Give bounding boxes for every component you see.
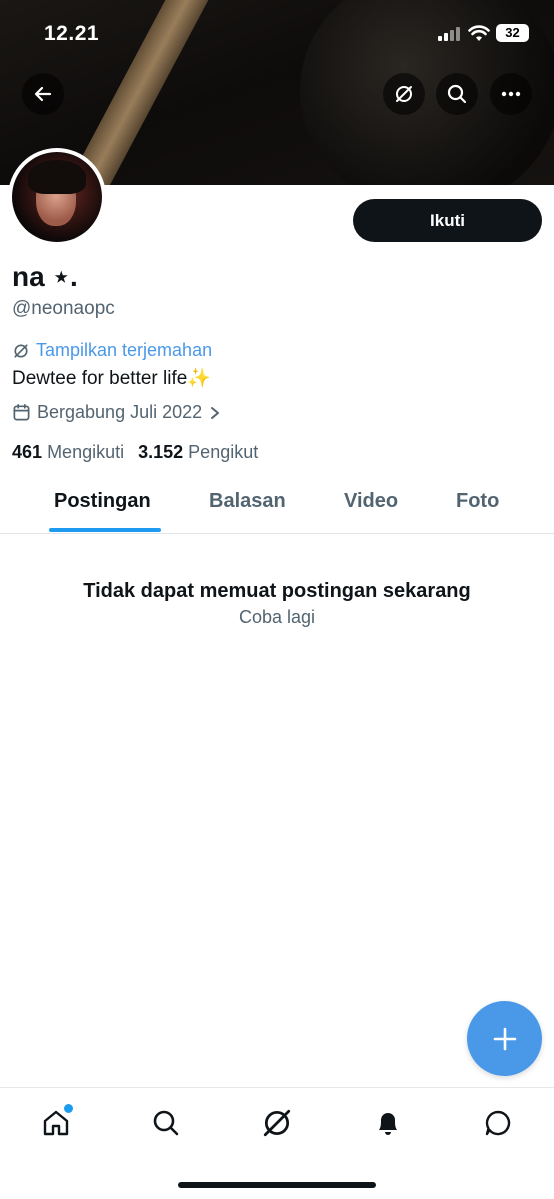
- nav-messages[interactable]: [481, 1106, 515, 1140]
- follow-button[interactable]: Ikuti: [353, 199, 542, 242]
- joined-date[interactable]: Bergabung Juli 2022: [12, 402, 222, 423]
- nav-home[interactable]: [39, 1104, 73, 1140]
- tab-balasan[interactable]: Balasan: [209, 490, 286, 513]
- notifications-icon: [379, 1113, 397, 1135]
- nav-search[interactable]: [149, 1106, 183, 1140]
- plus-icon: [493, 1027, 516, 1050]
- chevron-right-icon: [211, 406, 220, 419]
- retry-link[interactable]: Coba lagi: [0, 607, 554, 628]
- error-message: Tidak dapat memuat postingan sekarang: [83, 580, 471, 602]
- wifi-icon: [468, 23, 490, 43]
- compose-button[interactable]: [467, 1001, 542, 1076]
- translate-label: Tampilkan terjemahan: [36, 340, 213, 360]
- grok-icon: [14, 343, 28, 358]
- avatar[interactable]: [8, 148, 106, 246]
- calendar-icon: [13, 404, 30, 421]
- tab-video[interactable]: Video: [344, 490, 398, 513]
- search-icon: [447, 84, 467, 104]
- active-tab-indicator: [49, 528, 161, 532]
- grok-icon: [396, 86, 412, 102]
- notification-dot: [64, 1104, 73, 1113]
- following-label: Mengikuti: [47, 442, 125, 462]
- translate-link[interactable]: Tampilkan terjemahan: [12, 340, 212, 361]
- following-stat[interactable]: 461 Mengikuti: [12, 442, 124, 463]
- nav-notifications[interactable]: [371, 1106, 405, 1140]
- profile-tabs: Postingan Balasan Video Foto: [0, 478, 554, 534]
- grok-button[interactable]: [383, 73, 425, 115]
- back-button[interactable]: [22, 73, 64, 115]
- battery-indicator: 32: [496, 24, 529, 42]
- joined-label: Bergabung Juli 2022: [37, 402, 203, 422]
- more-icon: [501, 91, 521, 97]
- followers-count: 3.152: [138, 442, 184, 462]
- following-count: 461: [12, 442, 43, 462]
- status-time: 12.21: [44, 22, 100, 45]
- followers-stat[interactable]: 3.152 Pengikut: [138, 442, 258, 463]
- followers-label: Pengikut: [188, 442, 259, 462]
- tab-foto[interactable]: Foto: [456, 490, 499, 513]
- signal-icon: [438, 27, 462, 41]
- profile-name: na ⋆.: [12, 261, 78, 292]
- search-button[interactable]: [436, 73, 478, 115]
- status-bar: 12.21 32: [0, 0, 554, 64]
- follow-stats: 461 Mengikuti 3.152 Pengikut: [12, 442, 258, 463]
- grok-icon: [263, 1109, 291, 1137]
- search-icon: [153, 1110, 179, 1136]
- profile-bio: Dewtee for better life✨: [12, 368, 211, 389]
- arrow-left-icon: [34, 86, 52, 102]
- avatar-image: [12, 152, 102, 242]
- nav-grok[interactable]: [260, 1106, 294, 1140]
- home-indicator: [178, 1182, 376, 1188]
- messages-icon: [485, 1110, 511, 1136]
- profile-handle: @neonaopc: [12, 298, 115, 319]
- tab-postingan[interactable]: Postingan: [54, 490, 151, 513]
- more-button[interactable]: [490, 73, 532, 115]
